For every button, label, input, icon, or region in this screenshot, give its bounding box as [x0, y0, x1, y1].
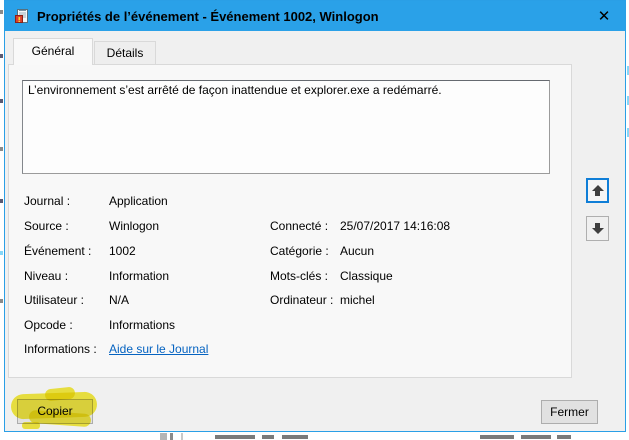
field-label: Niveau : — [24, 269, 69, 283]
log-help-link[interactable]: Aide sur le Journal — [109, 342, 208, 356]
field-label: Source : — [24, 219, 69, 233]
arrow-down-icon — [591, 228, 604, 234]
field-value: Classique — [340, 269, 393, 283]
field-label: Informations : — [24, 342, 97, 356]
field-value: Winlogon — [109, 219, 160, 233]
background-window-strip — [181, 433, 183, 440]
field-value: 25/07/2017 14:16:08 — [340, 219, 451, 233]
tab-general[interactable]: Général — [13, 38, 93, 65]
field-value: Application — [109, 194, 168, 208]
background-window-strip — [282, 435, 308, 439]
background-window-strip — [262, 435, 274, 439]
copy-button[interactable]: Copier — [17, 399, 93, 424]
field-row: Informations : Aide sur le Journal — [9, 342, 571, 358]
background-window-strip — [480, 435, 514, 439]
previous-event-button[interactable] — [586, 178, 609, 203]
field-row: Opcode : Informations — [9, 318, 571, 334]
field-value: Aucun — [340, 244, 375, 258]
field-label: Opcode : — [24, 318, 73, 332]
background-window-strip — [170, 433, 173, 440]
background-window-sliver — [0, 10, 3, 14]
field-label: Ordinateur : — [270, 293, 334, 307]
field-value: 1002 — [109, 244, 136, 258]
screen: Propriétés de l’événement - Événement 10… — [0, 0, 629, 440]
field-label: Mots-clés : — [270, 269, 329, 283]
background-window-sliver — [0, 199, 3, 203]
background-window-strip — [215, 435, 255, 439]
field-label: Utilisateur : — [24, 293, 85, 307]
field-row: Niveau : Information Mots-clés : Classiq… — [9, 269, 571, 285]
field-row: Source : Winlogon Connecté : 25/07/2017 … — [9, 219, 571, 235]
background-window-sliver — [0, 299, 3, 303]
background-window-sliver — [0, 54, 3, 58]
event-description-box[interactable]: L’environnement s’est arrêté de façon in… — [22, 80, 550, 174]
tab-details[interactable]: Détails — [94, 41, 156, 65]
background-window-sliver — [0, 147, 3, 151]
background-window-strip — [521, 435, 551, 439]
background-window-sliver — [0, 99, 3, 103]
event-properties-dialog: Propriétés de l’événement - Événement 10… — [4, 0, 626, 432]
field-value: michel — [340, 293, 375, 307]
field-label: Connecté : — [270, 219, 329, 233]
background-window-strip — [160, 433, 167, 440]
next-event-button[interactable] — [586, 216, 609, 241]
general-tab-panel: L’environnement s’est arrêté de façon in… — [8, 64, 572, 378]
event-description-text: L’environnement s’est arrêté de façon in… — [28, 83, 442, 97]
field-row: Utilisateur : N/A Ordinateur : michel — [9, 293, 571, 309]
dialog-title: Propriétés de l’événement - Événement 10… — [37, 8, 379, 24]
field-row: Journal : Application — [9, 194, 571, 210]
event-log-icon — [15, 9, 28, 23]
close-button[interactable]: Fermer — [541, 400, 598, 424]
close-icon[interactable]: ✕ — [587, 1, 621, 31]
field-row: Événement : 1002 Catégorie : Aucun — [9, 244, 571, 260]
field-value: N/A — [109, 293, 130, 307]
field-label: Catégorie : — [270, 244, 329, 258]
field-label: Événement : — [24, 244, 92, 258]
background-window-sliver — [0, 251, 3, 255]
background-window-strip — [557, 435, 571, 439]
field-value: Informations — [109, 318, 176, 332]
titlebar[interactable]: Propriétés de l’événement - Événement 10… — [5, 1, 625, 31]
field-label: Journal : — [24, 194, 71, 208]
field-value: Information — [109, 269, 170, 283]
